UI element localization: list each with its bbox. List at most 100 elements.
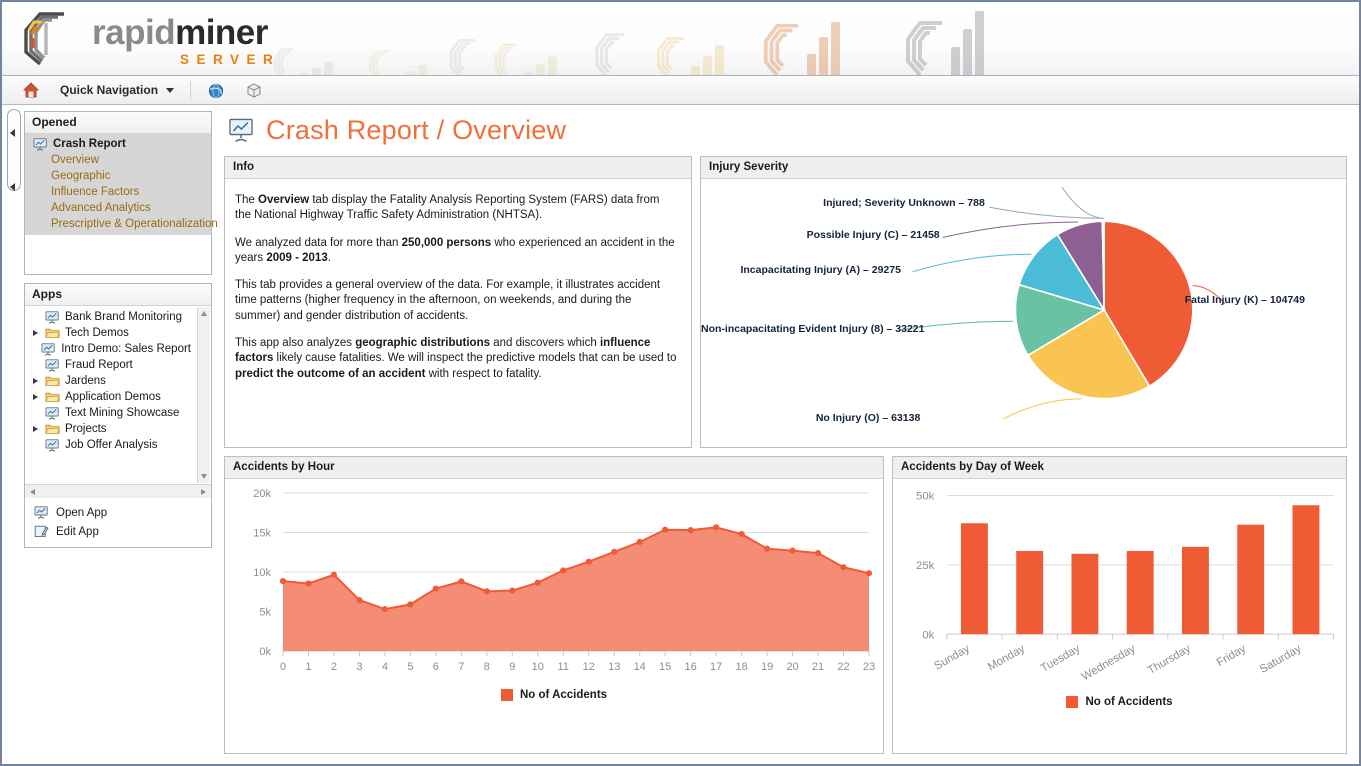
data-point[interactable] (789, 547, 796, 554)
bar[interactable] (1237, 524, 1265, 635)
area-fill (283, 527, 869, 651)
sidebar-item-influence-factors[interactable]: Influence Factors (25, 184, 211, 200)
bar[interactable] (1016, 550, 1044, 635)
sidebar-item-label: Intro Demo: Sales Report (61, 343, 191, 355)
data-point[interactable] (738, 530, 745, 538)
globe-button[interactable] (197, 77, 235, 104)
scroll-left-icon[interactable] (30, 489, 35, 495)
data-point[interactable] (636, 538, 643, 546)
sidebar-item-bank-brand-monitoring[interactable]: Bank Brand Monitoring (25, 309, 195, 325)
sidebar-item-intro-demo-sales-report[interactable]: Intro Demo: Sales Report (25, 341, 195, 357)
pie-svg[interactable] (701, 179, 1346, 447)
sidebar-item-application-demos[interactable]: Application Demos (25, 389, 195, 405)
bar-chart[interactable]: 0k 25k 50k Sunday Monday Tuesday Wednesday Thur… (893, 479, 1346, 692)
hour-chart-legend: No of Accidents (225, 685, 883, 711)
watermark-logo (492, 41, 557, 75)
data-point[interactable] (305, 580, 312, 587)
data-point[interactable] (662, 526, 669, 533)
scroll-down-icon[interactable] (201, 474, 207, 479)
sidebar-item-projects[interactable]: Projects (25, 421, 195, 437)
expand-arrow-icon[interactable] (31, 393, 40, 402)
data-point[interactable] (611, 548, 618, 555)
data-point[interactable] (534, 579, 541, 586)
globe-icon (208, 83, 224, 98)
scroll-up-icon[interactable] (201, 311, 207, 316)
apps-vertical-scrollbar[interactable] (197, 307, 210, 483)
chart-icon (45, 406, 59, 420)
watermark-logo (654, 34, 724, 75)
expand-arrow-icon[interactable] (31, 425, 40, 434)
sidebar-item-text-mining-showcase[interactable]: Text Mining Showcase (25, 405, 195, 421)
pie-slice-label: Non-incapacitating Evident Injury (8) – … (701, 323, 925, 336)
data-point[interactable] (560, 567, 567, 574)
sidebar-item-overview[interactable]: Overview (25, 152, 211, 168)
scroll-right-icon[interactable] (201, 489, 206, 495)
collapse-arrow-top-icon[interactable] (10, 129, 15, 137)
pie-leader-line (1061, 186, 1105, 219)
data-point[interactable] (585, 558, 592, 565)
home-icon (23, 82, 39, 98)
x-axis-tick-label: 22 (837, 661, 849, 673)
pie-chart: Fatal Injury (K) – 104749 No Injury (O) –… (701, 179, 1346, 447)
watermark-logo (447, 36, 479, 75)
data-point[interactable] (840, 564, 847, 571)
data-point[interactable] (814, 549, 822, 557)
quick-navigation-menu[interactable]: Quick Navigation (50, 77, 184, 104)
rapidminer-logo: rapidminer SERVER (20, 10, 280, 68)
sidebar-item-label: Prescriptive & Operationalization (51, 218, 218, 230)
collapse-pill-top[interactable] (7, 109, 21, 191)
data-point[interactable] (432, 585, 439, 592)
data-point[interactable] (330, 571, 338, 578)
area-chart[interactable]: 0k 5k 10k 15k 20k 0 1 2 3 4 5 6 7 8 9 10 11 12 13 14 15 16 17 1… (225, 479, 883, 685)
accidents-by-day-card: Accidents by Day of Week 0k 25k 50k Sunday M… (892, 456, 1347, 754)
data-point[interactable] (713, 524, 720, 531)
sidebar-item-jardens[interactable]: Jardens (25, 373, 195, 389)
accidents-by-day-svg[interactable]: 0k 25k 50k Sunday Monday TuesdayWednesday Thur… (893, 479, 1346, 692)
legend-swatch (1066, 696, 1079, 709)
data-point[interactable] (407, 601, 414, 608)
data-point[interactable] (763, 545, 771, 552)
expand-arrow-icon[interactable] (31, 329, 40, 338)
edit-app-button[interactable]: Edit App (25, 522, 211, 541)
sidebar-item-label: Application Demos (65, 391, 161, 403)
accidents-by-hour-svg[interactable]: 0k5k10k15k20k0 1 2 3 4 5 6 7 8 9 10 11 12 13 14 15 16 17 1… (225, 479, 883, 685)
data-point[interactable] (865, 570, 873, 577)
collapse-arrow-bottom-icon[interactable] (10, 183, 15, 191)
bar[interactable] (1126, 550, 1154, 635)
info-paragraph: This tab provides a general overview of … (235, 279, 661, 322)
sidebar-item-tech-demos[interactable]: Tech Demos (25, 325, 195, 341)
open-app-button[interactable]: Open App (25, 503, 211, 522)
bottom-row: Accidents by Hour 0k 5k 10k 15k 20k 0 1 2 3 4 5 6 7 8… (224, 456, 1347, 764)
data-point[interactable] (687, 527, 694, 534)
data-point[interactable] (509, 587, 516, 594)
apps-horizontal-scrollbar[interactable] (25, 484, 211, 498)
data-point[interactable] (458, 578, 465, 585)
pie-slice-label: Injured; Severity Unknown – 788 (823, 197, 985, 210)
rapidminer-logo-mark (24, 12, 64, 66)
sidebar-item-label: Advanced Analytics (51, 202, 151, 214)
data-point[interactable] (483, 588, 490, 595)
bar[interactable] (1181, 546, 1209, 635)
x-axis-tick-label: 14 (634, 661, 646, 673)
x-axis-tick-label: 1 (305, 661, 311, 673)
x-axis-tick-label: Wednesday (1080, 643, 1138, 683)
bar[interactable] (1071, 553, 1099, 635)
sidebar-item-fraud-report[interactable]: Fraud Report (25, 357, 195, 373)
home-button[interactable] (12, 77, 50, 104)
sidebar-item-geographic[interactable]: Geographic (25, 168, 211, 184)
folder-icon (45, 376, 60, 386)
expand-arrow-icon[interactable] (31, 377, 40, 386)
sidebar-item-prescriptive-operationalization[interactable]: Prescriptive & Operationalization (25, 216, 218, 232)
sidebar-item-advanced-analytics[interactable]: Advanced Analytics (25, 200, 211, 216)
data-point[interactable] (356, 596, 363, 604)
package-button[interactable] (235, 77, 273, 104)
data-point[interactable] (279, 577, 287, 585)
sidebar-item-crash-report[interactable]: Crash Report (25, 136, 211, 152)
bar[interactable] (960, 523, 988, 635)
accidents-by-hour-body: 0k 5k 10k 15k 20k 0 1 2 3 4 5 6 7 8 9 10 11 12 13 14 15 16 17 1… (225, 479, 883, 753)
data-point[interactable] (381, 606, 389, 613)
folder-icon (45, 328, 60, 338)
sidebar-item-job-offer-analysis[interactable]: Job Offer Analysis (25, 437, 195, 453)
bar[interactable] (1292, 505, 1320, 635)
